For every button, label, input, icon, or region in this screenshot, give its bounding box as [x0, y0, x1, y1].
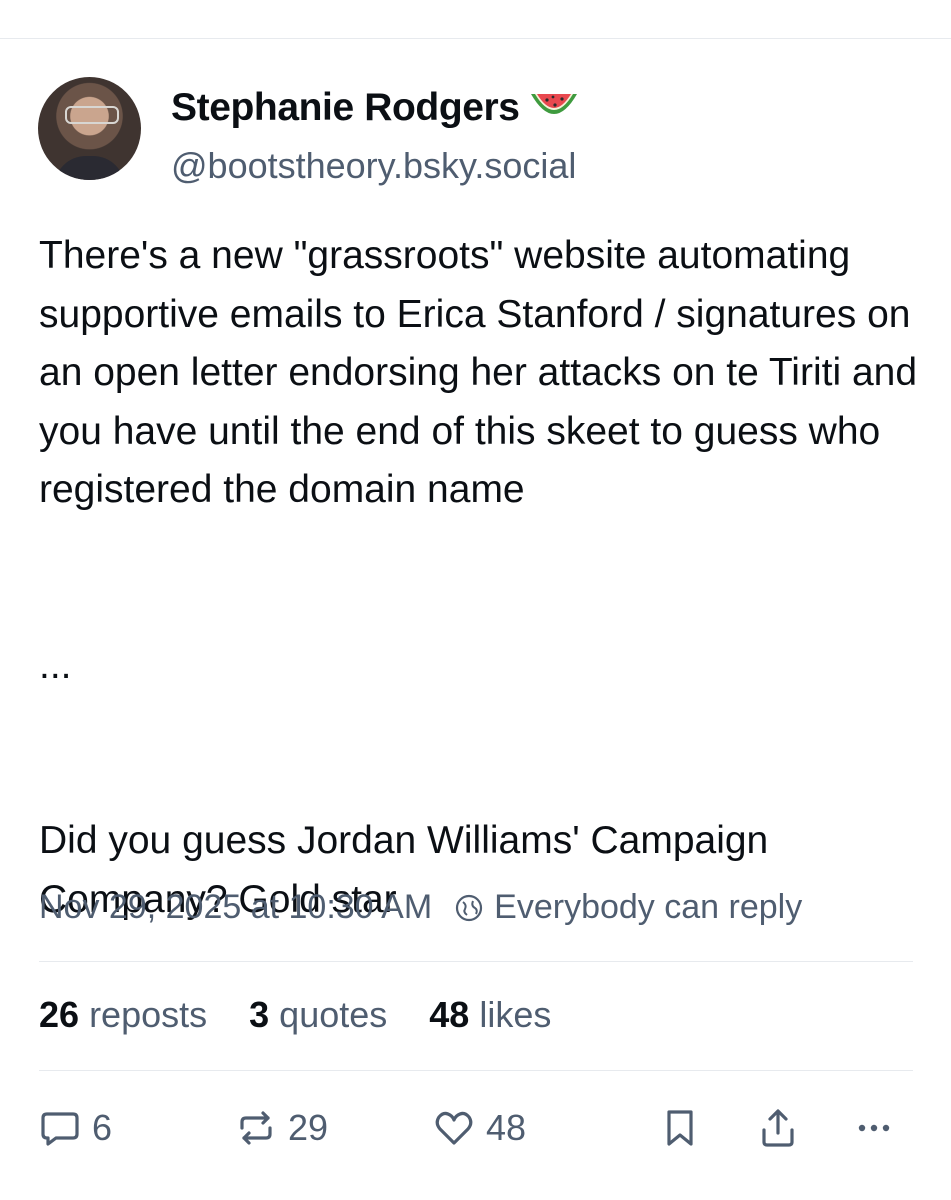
share-icon	[762, 1109, 794, 1147]
avatar-shirt	[54, 156, 125, 180]
likes-label: likes	[479, 994, 552, 1035]
divider	[39, 1070, 913, 1071]
author-name-row[interactable]: Stephanie Rodgers	[171, 86, 580, 130]
repost-icon	[240, 1111, 272, 1145]
repost-button[interactable]: 29	[234, 1106, 328, 1150]
share-button[interactable]	[756, 1106, 800, 1150]
likes-stat[interactable]: 48 likes	[429, 994, 551, 1036]
reply-count: 6	[92, 1107, 113, 1148]
quotes-stat[interactable]: 3 quotes	[249, 994, 387, 1036]
reply-button[interactable]: 6	[38, 1106, 112, 1150]
divider	[39, 961, 913, 962]
bookmark-icon	[667, 1110, 693, 1146]
avatar[interactable]	[38, 77, 141, 180]
more-options-button[interactable]	[852, 1106, 896, 1150]
reposts-stat[interactable]: 26 reposts	[39, 994, 207, 1036]
repost-count: 29	[288, 1107, 329, 1148]
engagement-stats: 26 reposts 3 quotes 48 likes	[39, 994, 593, 1036]
reply-icon	[41, 1112, 79, 1146]
watermelon-icon	[530, 94, 577, 114]
heart-icon	[435, 1111, 473, 1145]
author-display-name[interactable]: Stephanie Rodgers	[171, 86, 520, 129]
like-count: 48	[486, 1107, 527, 1148]
post-timestamp[interactable]: Nov 29, 2025 at 10:30 AM	[39, 888, 432, 927]
more-icon	[858, 1124, 890, 1132]
quotes-count: 3	[249, 994, 270, 1035]
globe-icon	[456, 894, 483, 921]
likes-count: 48	[429, 994, 470, 1035]
bookmark-button[interactable]	[658, 1106, 702, 1150]
post-text: There's a new "grassroots" website autom…	[39, 234, 918, 921]
author-handle[interactable]: @bootstheory.bsky.social	[171, 145, 576, 187]
reposts-label: reposts	[89, 994, 208, 1035]
post-meta: Nov 29, 2025 at 10:30 AM Everybody can r…	[39, 888, 802, 927]
reposts-count: 26	[39, 994, 80, 1035]
top-divider	[0, 38, 951, 39]
quotes-label: quotes	[279, 994, 388, 1035]
reply-setting[interactable]: Everybody can reply	[494, 888, 802, 927]
like-button[interactable]: 48	[432, 1106, 526, 1150]
avatar-glasses	[65, 106, 119, 124]
